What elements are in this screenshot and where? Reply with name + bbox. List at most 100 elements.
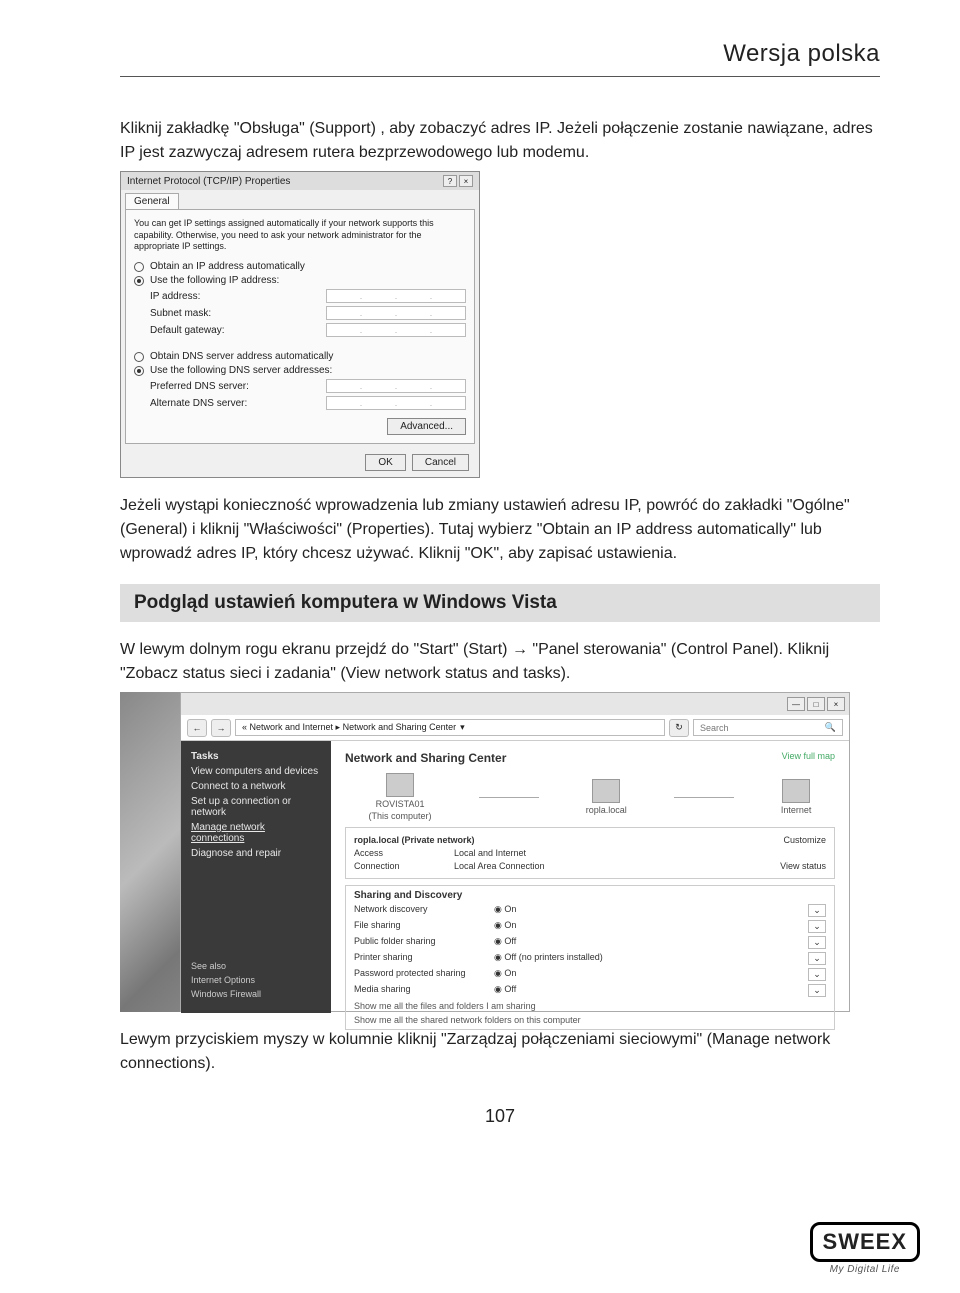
chevron-down-icon[interactable]: ⌄ <box>808 936 826 949</box>
sharing-label: Network discovery <box>354 904 494 917</box>
radio-label: Obtain an IP address automatically <box>150 261 305 272</box>
sharing-label: Printer sharing <box>354 952 494 965</box>
sidebar-item-manage-connections[interactable]: Manage network connections <box>191 822 321 844</box>
sharing-title: Sharing and Discovery <box>354 890 826 901</box>
sharing-row: Password protected sharing◉ On⌄ <box>354 968 826 981</box>
this-computer-node: ROVISTA01 (This computer) <box>369 773 432 821</box>
ok-button[interactable]: OK <box>365 454 405 471</box>
sharing-label: Media sharing <box>354 984 494 997</box>
sharing-row: Network discovery◉ On⌄ <box>354 904 826 917</box>
logo-brand: SWEEX <box>810 1222 920 1262</box>
customize-link[interactable]: Customize <box>783 835 826 845</box>
sidebar-item-connect-network[interactable]: Connect to a network <box>191 781 321 792</box>
field-label: Subnet mask: <box>150 308 211 319</box>
footnote-files-sharing[interactable]: Show me all the files and folders I am s… <box>354 1001 826 1011</box>
sharing-value: ◉ Off (no printers installed) <box>494 952 808 965</box>
field-label: Alternate DNS server: <box>150 398 247 409</box>
end-paragraph: Lewym przyciskiem myszy w kolumnie klikn… <box>120 1028 880 1076</box>
sharing-value: ◉ Off <box>494 984 808 997</box>
back-button[interactable]: ← <box>187 719 207 737</box>
tab-general[interactable]: General <box>125 193 179 209</box>
radio-obtain-ip-auto[interactable]: Obtain an IP address automatically <box>134 261 466 272</box>
sharing-value: ◉ On <box>494 904 808 917</box>
forward-button[interactable]: → <box>211 719 231 737</box>
sharing-row: Printer sharing◉ Off (no printers instal… <box>354 952 826 965</box>
chevron-down-icon[interactable]: ⌄ <box>808 904 826 917</box>
maximize-icon[interactable]: □ <box>807 697 825 711</box>
field-label: Default gateway: <box>150 325 225 336</box>
sharing-row: Public folder sharing◉ Off⌄ <box>354 936 826 949</box>
internet-node: Internet <box>781 779 812 815</box>
close-icon[interactable]: × <box>459 175 473 187</box>
page-number: 107 <box>120 1106 880 1127</box>
close-icon[interactable]: × <box>827 697 845 711</box>
footnote-shared-folders[interactable]: Show me all the shared network folders o… <box>354 1015 826 1025</box>
access-value: Local and Internet <box>454 848 826 858</box>
default-gateway-field[interactable]: Default gateway: ... <box>150 323 466 337</box>
breadcrumb[interactable]: « Network and Internet ▸ Network and Sha… <box>235 719 665 736</box>
ip-address-field[interactable]: IP address: ... <box>150 289 466 303</box>
sidebar-item-diagnose-repair[interactable]: Diagnose and repair <box>191 848 321 859</box>
node-label: ROVISTA01 <box>376 799 425 809</box>
field-label: IP address: <box>150 291 200 302</box>
radio-label: Obtain DNS server address automatically <box>150 351 333 362</box>
vista-main-pane: View full map Network and Sharing Center… <box>331 741 849 1013</box>
nav-bar: ← → « Network and Internet ▸ Network and… <box>181 715 849 741</box>
intro-paragraph: Kliknij zakładkę "Obsługa" (Support) , a… <box>120 117 880 165</box>
sharing-label: Password protected sharing <box>354 968 494 981</box>
chevron-down-icon[interactable]: ⌄ <box>808 984 826 997</box>
field-label: Preferred DNS server: <box>150 381 249 392</box>
section-heading: Podgląd ustawień komputera w Windows Vis… <box>120 584 880 622</box>
sharing-label: File sharing <box>354 920 494 933</box>
cancel-button[interactable]: Cancel <box>412 454 469 471</box>
sharing-value: ◉ On <box>494 968 808 981</box>
sidebar-item-view-computers[interactable]: View computers and devices <box>191 766 321 777</box>
middle-paragraph: Jeżeli wystąpi konieczność wprowadzenia … <box>120 494 880 566</box>
node-label: Internet <box>781 805 812 815</box>
node-sublabel: (This computer) <box>369 811 432 821</box>
subnet-mask-field[interactable]: Subnet mask: ... <box>150 306 466 320</box>
breadcrumb-text: « Network and Internet ▸ Network and Sha… <box>242 722 456 733</box>
node-label: ropla.local <box>586 805 627 815</box>
sidebar-item-setup-connection[interactable]: Set up a connection or network <box>191 796 321 818</box>
radio-use-following-dns[interactable]: Use the following DNS server addresses: <box>134 365 466 376</box>
sharing-discovery-box: Sharing and Discovery Network discovery◉… <box>345 885 835 1030</box>
sidebar-windows-firewall[interactable]: Windows Firewall <box>191 989 321 999</box>
preferred-dns-field[interactable]: Preferred DNS server: ... <box>150 379 466 393</box>
view-full-map-link[interactable]: View full map <box>782 751 835 761</box>
sharing-row: File sharing◉ On⌄ <box>354 920 826 933</box>
local-network-node: ropla.local <box>586 779 627 815</box>
page-header: Wersja polska <box>120 40 880 77</box>
globe-icon <box>782 779 810 803</box>
refresh-button[interactable]: ↻ <box>669 719 689 737</box>
help-icon[interactable]: ? <box>443 175 457 187</box>
radio-label: Use the following DNS server addresses: <box>150 365 332 376</box>
sharing-value: ◉ On <box>494 920 808 933</box>
network-icon <box>592 779 620 803</box>
vista-window: — □ × ← → « Network and Internet ▸ Netwo… <box>180 692 850 1012</box>
dialog-intro-text: You can get IP settings assigned automat… <box>134 218 466 253</box>
window-controls: — □ × <box>181 693 849 715</box>
connection-value: Local Area Connection <box>454 861 780 871</box>
sharing-value: ◉ Off <box>494 936 808 949</box>
search-input[interactable]: Search 🔍 <box>693 719 843 736</box>
sharing-row: Media sharing◉ Off⌄ <box>354 984 826 997</box>
radio-use-following-ip[interactable]: Use the following IP address: <box>134 275 466 286</box>
sweex-logo: SWEEX My Digital Life <box>810 1222 920 1275</box>
advanced-button[interactable]: Advanced... <box>387 418 466 435</box>
search-icon: 🔍 <box>825 722 836 733</box>
logo-tagline: My Digital Life <box>810 1264 920 1275</box>
minimize-icon[interactable]: — <box>787 697 805 711</box>
chevron-down-icon[interactable]: ▾ <box>460 722 465 733</box>
chevron-down-icon[interactable]: ⌄ <box>808 968 826 981</box>
tcpip-properties-dialog: Internet Protocol (TCP/IP) Properties ? … <box>120 171 480 478</box>
view-status-link[interactable]: View status <box>780 861 826 871</box>
alternate-dns-field[interactable]: Alternate DNS server: ... <box>150 396 466 410</box>
sidebar-internet-options[interactable]: Internet Options <box>191 975 321 985</box>
vista-paragraph: W lewym dolnym rogu ekranu przejdź do "S… <box>120 638 880 686</box>
computer-icon <box>386 773 414 797</box>
chevron-down-icon[interactable]: ⌄ <box>808 920 826 933</box>
radio-obtain-dns-auto[interactable]: Obtain DNS server address automatically <box>134 351 466 362</box>
chevron-down-icon[interactable]: ⌄ <box>808 952 826 965</box>
dialog-titlebar: Internet Protocol (TCP/IP) Properties ? … <box>121 172 479 190</box>
